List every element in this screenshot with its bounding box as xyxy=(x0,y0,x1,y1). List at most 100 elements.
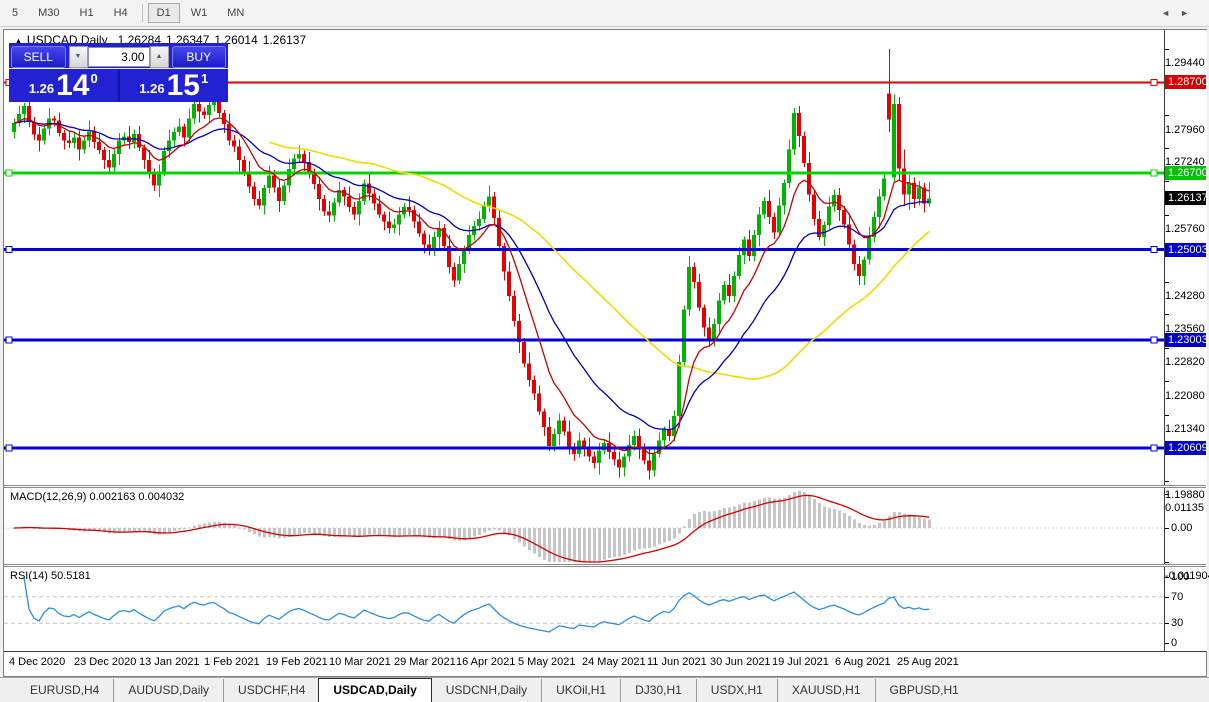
rsi-label: RSI(14) 50.5181 xyxy=(10,570,91,582)
buy-price[interactable]: 1.26 15 1 xyxy=(120,69,229,101)
date-tick-label: 5 May 2021 xyxy=(518,656,575,668)
tab-xauusd-h1[interactable]: XAUUSD,H1 xyxy=(777,679,875,702)
date-tick-label: 11 Jun 2021 xyxy=(647,656,707,668)
rsi-axis-label: 100 xyxy=(1165,570,1189,584)
volume-increase-button[interactable]: ▲ xyxy=(150,46,169,68)
rsi-name: RSI(14) xyxy=(10,570,48,582)
buy-button[interactable]: BUY xyxy=(172,46,227,68)
sell-button[interactable]: SELL xyxy=(11,46,66,68)
sell-price[interactable]: 1.26 14 0 xyxy=(9,69,118,101)
tab-scroll-left-icon[interactable]: ◄ xyxy=(1161,8,1180,18)
macd-axis-label: -0.011904 xyxy=(1165,555,1209,569)
trading-terminal: 5M30H1H4 D1W1MN 1.29440 1.28700 1.27960 1.27… xyxy=(0,0,1209,702)
sell-price-big: 14 xyxy=(56,72,89,100)
macd-label: MACD(12,26,9) 0.002163 0.004032 xyxy=(10,491,184,503)
level-price-badge: 1.23003 xyxy=(1165,333,1206,347)
macd-signal-line xyxy=(14,495,929,562)
level-price-badge: 1.20609 xyxy=(1165,441,1206,455)
volume-input[interactable]: 3.00 xyxy=(88,47,150,67)
level-price-badge: 1.28700 xyxy=(1165,75,1206,89)
line-anchor[interactable] xyxy=(1151,170,1157,176)
price-axis-label: 1.23560 xyxy=(1165,308,1206,322)
macd-values: 0.002163 0.004032 xyxy=(89,491,184,503)
buy-price-big: 15 xyxy=(167,72,200,100)
price-axis-label: 1.27240 xyxy=(1165,141,1206,155)
date-tick-label: 19 Jul 2021 xyxy=(772,656,829,668)
timeframe-toolbar: 5M30H1H4 D1W1MN xyxy=(0,0,1209,27)
date-tick-label: 24 May 2021 xyxy=(582,656,646,668)
price-axis-label: 1.24280 xyxy=(1165,275,1206,289)
toolbar-separator xyxy=(142,4,143,22)
date-axis[interactable]: 4 Dec 2020 23 Dec 202013 Jan 2021 1 Feb 20… xyxy=(4,651,1206,676)
timeframe-mn[interactable]: MN xyxy=(218,3,253,23)
rsi-pane[interactable] xyxy=(4,567,1164,651)
pane-splitter[interactable] xyxy=(4,485,1206,488)
close-value: 1.26137 xyxy=(263,33,306,47)
price-axis-label: 1.21340 xyxy=(1165,408,1206,422)
tab-usdcnh-daily[interactable]: USDCNH,Daily xyxy=(432,679,541,702)
level-price-badge: 1.25003 xyxy=(1165,243,1206,257)
price-axis-label: 1.25760 xyxy=(1165,208,1206,222)
rsi-value: 50.5181 xyxy=(51,570,91,582)
timeframe-h4[interactable]: H4 xyxy=(105,3,137,23)
tab-eurusd-h4[interactable]: EURUSD,H4 xyxy=(16,679,113,702)
current-price-badge: 1.26137 xyxy=(1165,191,1206,205)
buy-price-base: 1.26 xyxy=(139,81,164,96)
line-anchor[interactable] xyxy=(1151,337,1157,343)
date-tick-label: 6 Aug 2021 xyxy=(835,656,891,668)
symbol-tab-bar: EURUSD,H4AUDUSD,DailyUSDCHF,H4USDCAD,Dai… xyxy=(0,677,1209,702)
moving-averages xyxy=(14,118,929,454)
timeframe-m30[interactable]: M30 xyxy=(29,3,68,23)
sell-price-pip: 0 xyxy=(90,71,97,86)
date-tick-label: 16 Apr 2021 xyxy=(456,656,515,668)
price-axis-label: 1.19880 xyxy=(1165,474,1206,488)
sell-price-base: 1.26 xyxy=(29,81,54,96)
line-anchor[interactable] xyxy=(6,247,12,253)
rsi-axis-label: 30 xyxy=(1165,616,1183,630)
volume-decrease-button[interactable]: ▼ xyxy=(69,46,88,68)
date-tick-label: 25 Aug 2021 xyxy=(897,656,959,668)
tab-usdx-h1[interactable]: USDX,H1 xyxy=(696,679,777,702)
candles xyxy=(12,49,931,479)
date-tick-label: 23 Dec 2020 xyxy=(74,656,136,668)
pane-splitter[interactable] xyxy=(4,564,1206,567)
line-anchor[interactable] xyxy=(6,170,12,176)
timeframe-d1[interactable]: D1 xyxy=(148,3,180,23)
date-tick-label: 10 Mar 2021 xyxy=(329,656,391,668)
tab-scroll-right-icon[interactable]: ► xyxy=(1180,8,1199,18)
timeframe-5[interactable]: 5 xyxy=(3,3,27,23)
tab-scroll-arrows: ◄► xyxy=(1161,8,1199,18)
date-tick-label: 29 Mar 2021 xyxy=(394,656,456,668)
buy-price-pip: 1 xyxy=(201,71,208,86)
line-anchor[interactable] xyxy=(1151,445,1157,451)
tab-dj30-h1[interactable]: DJ30,H1 xyxy=(620,679,696,702)
line-anchor[interactable] xyxy=(6,337,12,343)
timeframe-w1[interactable]: W1 xyxy=(182,3,217,23)
horizontal-level-lines[interactable] xyxy=(4,79,1164,451)
line-anchor[interactable] xyxy=(1151,247,1157,253)
level-price-badge: 1.26700 xyxy=(1165,166,1206,180)
line-anchor[interactable] xyxy=(1151,79,1157,85)
date-tick-label: 13 Jan 2021 xyxy=(139,656,200,668)
rsi-axis-label: 0 xyxy=(1165,636,1177,650)
date-tick-label: 4 Dec 2020 xyxy=(9,656,65,668)
price-axis-label: 1.22080 xyxy=(1165,375,1206,389)
price-axis-label: 1.29440 xyxy=(1165,42,1206,56)
chart-window: 1.294401.287001.279601.272401.267001.265… xyxy=(3,29,1207,677)
macd-axis-label: 0.01135 xyxy=(1165,487,1206,501)
price-axis-label: 1.27960 xyxy=(1165,109,1206,123)
tab-gbpusd-h1[interactable]: GBPUSD,H1 xyxy=(875,679,973,702)
rsi-axis-label: 70 xyxy=(1165,590,1183,604)
macd-axis-label: 0.00 xyxy=(1165,521,1192,535)
date-tick-label: 1 Feb 2021 xyxy=(204,656,260,668)
tab-usdcad-daily[interactable]: USDCAD,Daily xyxy=(318,678,431,702)
tab-usdchf-h4[interactable]: USDCHF,H4 xyxy=(223,679,319,702)
macd-name: MACD(12,26,9) xyxy=(10,491,86,503)
line-anchor[interactable] xyxy=(6,445,12,451)
timeframe-h1[interactable]: H1 xyxy=(71,3,103,23)
tab-audusd-daily[interactable]: AUDUSD,Daily xyxy=(113,679,223,702)
date-tick-label: 30 Jun 2021 xyxy=(710,656,771,668)
tab-ukoil-h1[interactable]: UKOil,H1 xyxy=(541,679,620,702)
one-click-trading-panel: SELL ▼ 3.00 ▲ BUY 1.26 14 0 1.26 15 xyxy=(9,43,228,102)
date-tick-label: 19 Feb 2021 xyxy=(266,656,328,668)
